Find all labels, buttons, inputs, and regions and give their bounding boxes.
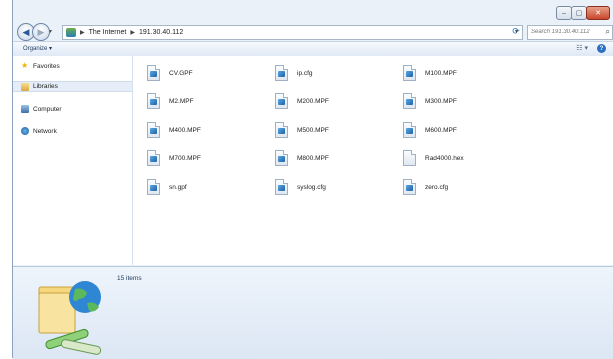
file-item[interactable]: zero.cfg	[403, 179, 448, 195]
nav-item-label: Favorites	[33, 62, 60, 70]
file-name: M600.MPF	[425, 126, 457, 134]
blank-document-icon	[403, 150, 416, 166]
caption-buttons: – ▢ ✕	[556, 6, 610, 20]
file-item[interactable]: CV.GPF	[147, 65, 193, 81]
refresh-icon: ⟳	[512, 26, 520, 36]
details-pane: 15 items	[13, 266, 613, 359]
minimize-button[interactable]: –	[556, 6, 572, 20]
file-item[interactable]: M600.MPF	[403, 122, 457, 138]
star-icon: ★	[21, 61, 29, 70]
file-name: M100.MPF	[425, 69, 457, 77]
file-name: zero.cfg	[425, 183, 449, 191]
breadcrumb-the-internet[interactable]: The Internet	[89, 29, 127, 36]
item-count: 15 items	[117, 275, 142, 282]
document-icon	[275, 150, 288, 166]
nav-item-label: Libraries	[33, 83, 58, 90]
recent-pages-dropdown[interactable]: ▾	[49, 28, 52, 35]
file-item[interactable]: Rad4000.hex	[403, 150, 464, 166]
document-icon	[275, 65, 288, 81]
file-item[interactable]: M2.MPF	[147, 93, 194, 109]
document-icon	[147, 65, 160, 81]
forward-button[interactable]: ▶	[32, 23, 50, 41]
file-item[interactable]: syslog.cfg	[275, 179, 326, 195]
maximize-button[interactable]: ▢	[571, 6, 587, 20]
file-item[interactable]: M800.MPF	[275, 150, 329, 166]
document-icon	[275, 179, 288, 195]
file-name: sn.gpf	[169, 183, 187, 191]
organize-button[interactable]: Organize ▾	[23, 45, 52, 52]
file-list: CV.GPF ip.cfg M100.MPF M2.MPF M200.MPF M…	[133, 56, 613, 265]
nav-item-favorites[interactable]: ★ Favorites	[21, 62, 60, 70]
search-box[interactable]: ⌕	[527, 25, 613, 40]
document-icon	[275, 93, 288, 109]
close-button[interactable]: ✕	[586, 6, 610, 20]
library-icon	[21, 82, 29, 91]
navigation-bar: ◀ ▶ ▾ ▶ The Internet ▶ 191.30.40.112 ▾ ⟳…	[13, 22, 613, 41]
network-folder-icon	[38, 281, 102, 355]
nav-item-libraries[interactable]: Libraries	[13, 81, 132, 92]
search-input[interactable]	[528, 26, 601, 37]
file-name: M800.MPF	[297, 154, 329, 162]
back-arrow-icon: ◀	[22, 26, 30, 37]
document-icon	[147, 150, 160, 166]
document-icon	[403, 65, 416, 81]
refresh-button[interactable]: ⟳	[510, 25, 522, 38]
file-item[interactable]: M400.MPF	[147, 122, 201, 138]
file-item[interactable]: M300.MPF	[403, 93, 457, 109]
breadcrumb-current-host[interactable]: 191.30.40.112	[139, 29, 183, 36]
file-name: M200.MPF	[297, 97, 329, 105]
file-name: M400.MPF	[169, 126, 201, 134]
chevron-right-icon[interactable]: ▶	[80, 29, 85, 36]
file-name: CV.GPF	[169, 69, 193, 77]
internet-icon	[66, 28, 76, 37]
forward-arrow-icon: ▶	[37, 26, 45, 37]
network-icon	[21, 127, 29, 135]
help-icon[interactable]: ?	[597, 44, 606, 53]
file-name: syslog.cfg	[297, 183, 326, 191]
document-icon	[275, 122, 288, 138]
document-icon	[403, 93, 416, 109]
chevron-right-icon[interactable]: ▶	[130, 29, 135, 36]
change-view-button[interactable]: ☷ ▾	[576, 44, 588, 52]
nav-item-computer[interactable]: Computer	[21, 105, 62, 113]
document-icon	[403, 122, 416, 138]
file-name: M500.MPF	[297, 126, 329, 134]
document-icon	[147, 122, 160, 138]
file-item[interactable]: M700.MPF	[147, 150, 201, 166]
file-item[interactable]: M500.MPF	[275, 122, 329, 138]
navigation-pane: ★ Favorites Libraries Computer Network	[13, 56, 133, 265]
file-item[interactable]: M200.MPF	[275, 93, 329, 109]
search-icon[interactable]: ⌕	[606, 27, 610, 37]
explorer-window: – ▢ ✕ ◀ ▶ ▾ ▶ The Internet ▶ 191.30.40.1…	[12, 0, 613, 359]
file-item[interactable]: M100.MPF	[403, 65, 457, 81]
file-name: Rad4000.hex	[425, 154, 464, 162]
address-bar[interactable]: ▶ The Internet ▶ 191.30.40.112 ▾	[62, 25, 523, 40]
file-name: ip.cfg	[297, 69, 313, 77]
file-name: M700.MPF	[169, 154, 201, 162]
file-item[interactable]: sn.gpf	[147, 179, 187, 195]
file-name: M300.MPF	[425, 97, 457, 105]
file-name: M2.MPF	[169, 97, 194, 105]
nav-item-label: Network	[33, 127, 57, 135]
computer-icon	[21, 105, 29, 113]
document-icon	[403, 179, 416, 195]
nav-item-label: Computer	[33, 105, 62, 113]
command-bar: Organize ▾ ☷ ▾ ?	[13, 41, 613, 57]
document-icon	[147, 93, 160, 109]
document-icon	[147, 179, 160, 195]
nav-item-network[interactable]: Network	[21, 127, 57, 135]
file-item[interactable]: ip.cfg	[275, 65, 313, 81]
